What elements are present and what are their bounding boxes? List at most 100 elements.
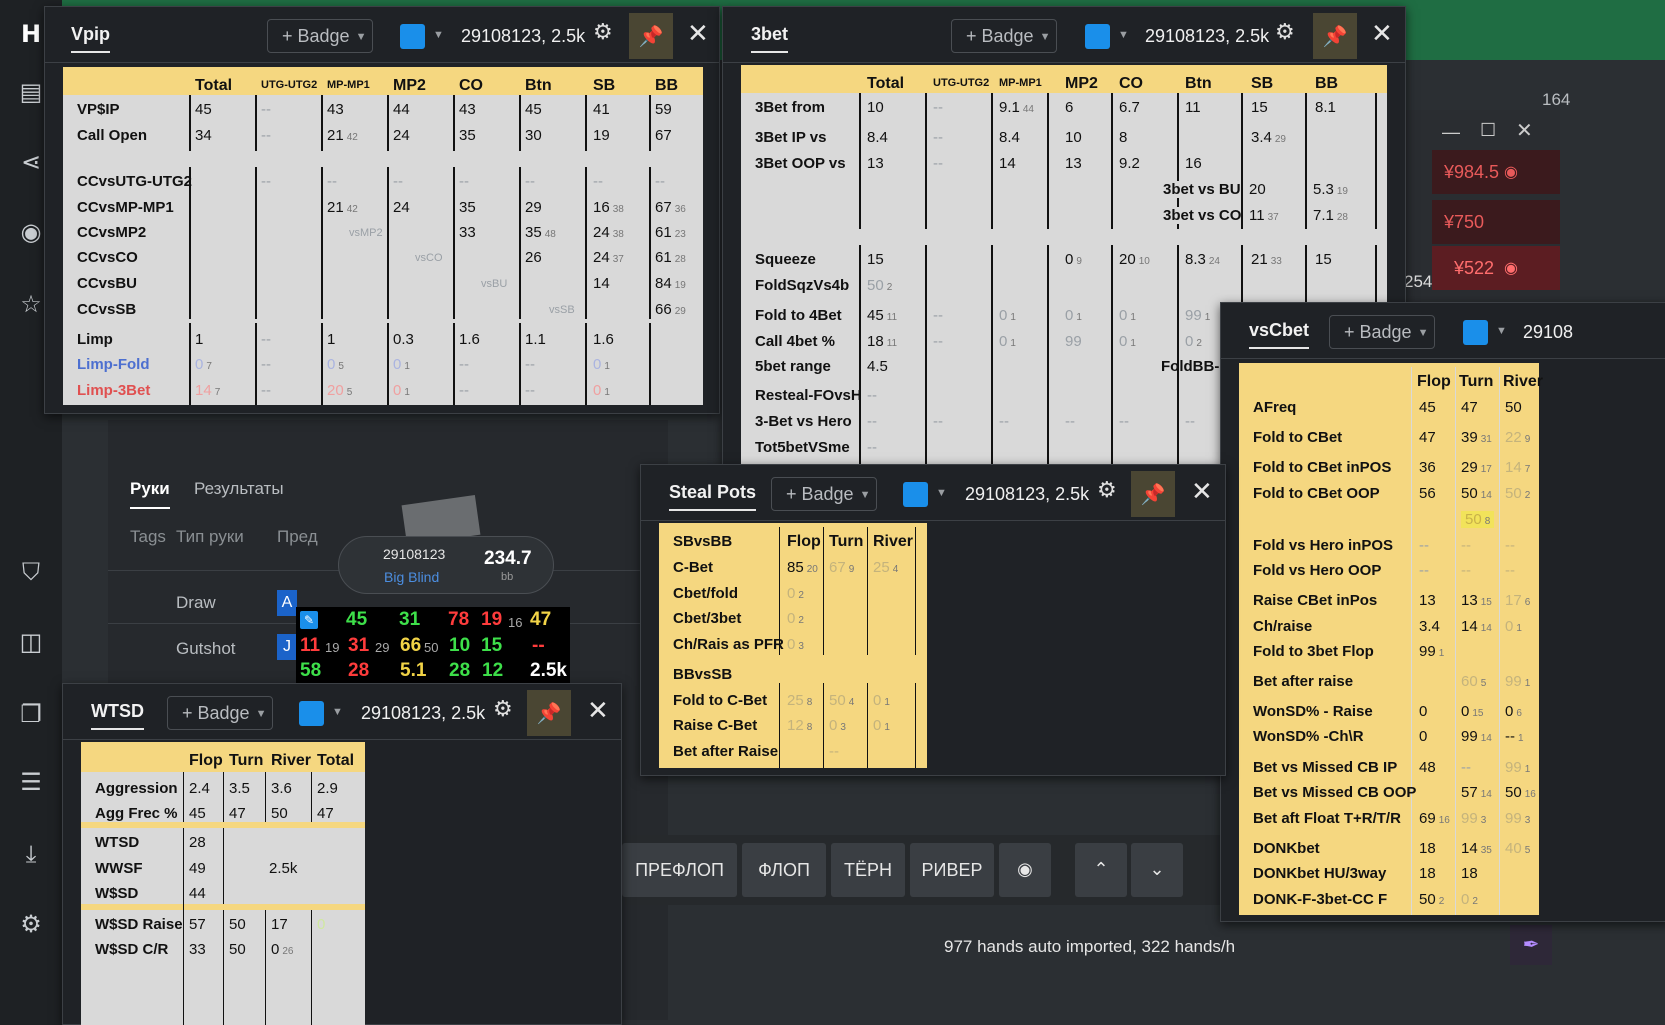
row-label: Raise CBet inPos — [1253, 592, 1378, 609]
row-label: 3-Bet vs Hero — [755, 413, 852, 430]
hud-window-steal-pots[interactable]: Steal Pots + Badge ▼ ▼ 29108123, 2.5k ⚙ 📌 ✕ Flop… — [640, 464, 1226, 776]
hud-title[interactable]: Steal Pots — [669, 482, 757, 511]
close-icon[interactable]: ✕ — [1371, 19, 1393, 49]
hud-stat-value: 28 — [348, 660, 370, 681]
color-swatch[interactable] — [400, 24, 425, 49]
subtab-hand-type[interactable]: Тип руки — [176, 527, 244, 547]
view-eye-button[interactable]: ◉ — [999, 843, 1051, 897]
table-cell: 05 — [327, 356, 344, 373]
subtab-tags[interactable]: Tags — [130, 527, 166, 547]
table-cell: -- — [1505, 537, 1515, 554]
player-seat-card[interactable]: 29108123 Big Blind 234.7 bb — [338, 536, 554, 594]
color-swatch[interactable] — [903, 482, 928, 507]
hud-window-vpip[interactable]: Vpip + Badge ▼ ▼ 29108123, 2.5k ⚙ 📌 ✕ Total UTG-U… — [44, 6, 720, 414]
hud-title[interactable]: Vpip — [71, 24, 110, 53]
filter-icon[interactable]: ⛉ — [17, 558, 45, 586]
color-swatch[interactable] — [1085, 24, 1110, 49]
column-divider — [585, 95, 587, 151]
column-divider — [585, 323, 587, 405]
settings-icon[interactable]: ⚙ — [17, 910, 45, 938]
eye-icon[interactable]: ◉ — [1504, 162, 1518, 182]
hud-window-wtsd[interactable]: WTSD + Badge ▼ ▼ 29108123, 2.5k ⚙ 📌 ✕ Flop Turn Ri… — [62, 683, 622, 1025]
chevron-up-icon[interactable]: ⌃ — [1075, 843, 1127, 897]
table-cell: vsCO — [415, 252, 443, 264]
add-badge-button[interactable]: + Badge ▼ — [951, 19, 1057, 53]
cell-value: 60 — [1461, 673, 1478, 690]
maximize-icon[interactable]: ☐ — [1480, 120, 1496, 141]
eye-icon[interactable]: ◉ — [1504, 258, 1518, 278]
broadcast-icon[interactable]: ◉ — [17, 218, 45, 246]
street-flop-button[interactable]: ФЛОП — [742, 843, 826, 897]
gear-icon[interactable]: ⚙ — [493, 697, 513, 722]
tab-results[interactable]: Результаты — [194, 479, 284, 499]
close-icon[interactable]: ✕ — [1191, 477, 1213, 507]
color-swatch[interactable] — [299, 701, 324, 726]
add-badge-button[interactable]: + Badge ▼ — [771, 477, 877, 511]
cell-value: 13 — [1461, 592, 1478, 609]
street-river-button[interactable]: РИВЕР — [910, 843, 994, 897]
hud-stat-value: 28 — [449, 660, 471, 681]
cell-value: 16 — [593, 199, 610, 216]
chevron-down-icon[interactable]: ⌄ — [1131, 843, 1183, 897]
table-cell: 01 — [1505, 618, 1522, 635]
hud-window-vscbet[interactable]: vsCbet + Badge ▼ ▼ 29108 Flop Turn River AFreq 45… — [1220, 302, 1665, 922]
cell-value: 29 — [1461, 459, 1478, 476]
table-hud-grid[interactable]: ✎ 45 31 78 19 16 47 11 19 31 29 66 50 10 15 -- 58 28 5.1 2… — [296, 607, 570, 683]
pin-icon[interactable]: 📌 — [629, 13, 673, 59]
add-badge-button[interactable]: + Badge ▼ — [167, 696, 273, 730]
pin-icon[interactable]: 📌 — [1131, 471, 1175, 517]
minimize-icon[interactable]: — — [1442, 122, 1460, 143]
chevron-down-icon[interactable]: ▼ — [1118, 29, 1129, 41]
feather-icon[interactable]: ✒ — [1510, 925, 1552, 965]
table-cell: 18 11 — [867, 333, 897, 350]
hud-title[interactable]: vsCbet — [1249, 320, 1310, 349]
gear-icon[interactable]: ⚙ — [1275, 20, 1295, 45]
cell-sample-size: 44 — [1022, 104, 1034, 115]
table-cell: 17 6 — [1505, 592, 1530, 609]
street-preflop-button[interactable]: ПРЕФЛОП — [622, 843, 737, 897]
window-close-icon[interactable]: ✕ — [1516, 118, 1533, 143]
list-item[interactable]: Draw — [176, 593, 216, 613]
download-icon[interactable]: ⤓ — [17, 840, 45, 868]
gear-icon[interactable]: ⚙ — [593, 20, 613, 45]
chevron-down-icon[interactable]: ▼ — [1496, 325, 1507, 337]
table-cell: 02 — [787, 610, 804, 627]
hud-title[interactable]: WTSD — [91, 701, 144, 730]
database-icon[interactable]: ☰ — [17, 768, 45, 796]
list-item[interactable]: Gutshot — [176, 639, 236, 659]
cell-sample-size: 28 — [1336, 212, 1348, 223]
row-label: Fold vs Hero OOP — [1253, 562, 1382, 579]
layout-icon[interactable]: ◫ — [17, 628, 45, 656]
column-header: Turn — [829, 533, 864, 550]
price-row[interactable] — [1432, 246, 1560, 290]
table-cell: -- — [261, 331, 271, 348]
color-swatch[interactable] — [1463, 320, 1488, 345]
tab-hands[interactable]: Руки — [130, 479, 170, 509]
table-cell: 14 7 — [1505, 459, 1530, 476]
cell-sample-size: 29 — [674, 306, 686, 317]
chevron-down-icon[interactable]: ▼ — [433, 29, 444, 41]
stack-icon[interactable]: ❐ — [17, 700, 45, 728]
pin-icon[interactable]: 📌 — [527, 690, 571, 736]
cell-sample-size: 2 — [886, 282, 893, 293]
row-label: Bet vs Missed CB OOP — [1253, 784, 1417, 801]
pin-icon[interactable]: 📌 — [1313, 13, 1357, 59]
hud-stat-value: 50 — [424, 640, 439, 655]
share-icon[interactable]: ⋖ — [17, 148, 45, 176]
subtab-pre[interactable]: Пред — [277, 527, 318, 547]
report-icon[interactable]: ▤ — [17, 78, 45, 106]
chevron-down-icon[interactable]: ▼ — [332, 706, 343, 718]
street-turn-button[interactable]: ТЁРН — [831, 843, 905, 897]
add-badge-button[interactable]: + Badge ▼ — [267, 19, 373, 53]
add-badge-button[interactable]: + Badge ▼ — [1329, 315, 1435, 349]
chevron-down-icon[interactable]: ▼ — [936, 487, 947, 499]
star-list-icon[interactable]: ☆ — [17, 290, 45, 318]
logo-icon[interactable]: H — [17, 20, 45, 48]
column-header: Btn — [525, 77, 552, 94]
row-label: Cbet/fold — [673, 585, 738, 602]
gear-icon[interactable]: ⚙ — [1097, 478, 1117, 503]
close-icon[interactable]: ✕ — [687, 19, 709, 49]
hud-title[interactable]: 3bet — [751, 24, 789, 53]
close-icon[interactable]: ✕ — [587, 696, 609, 726]
edit-icon[interactable]: ✎ — [300, 611, 318, 629]
